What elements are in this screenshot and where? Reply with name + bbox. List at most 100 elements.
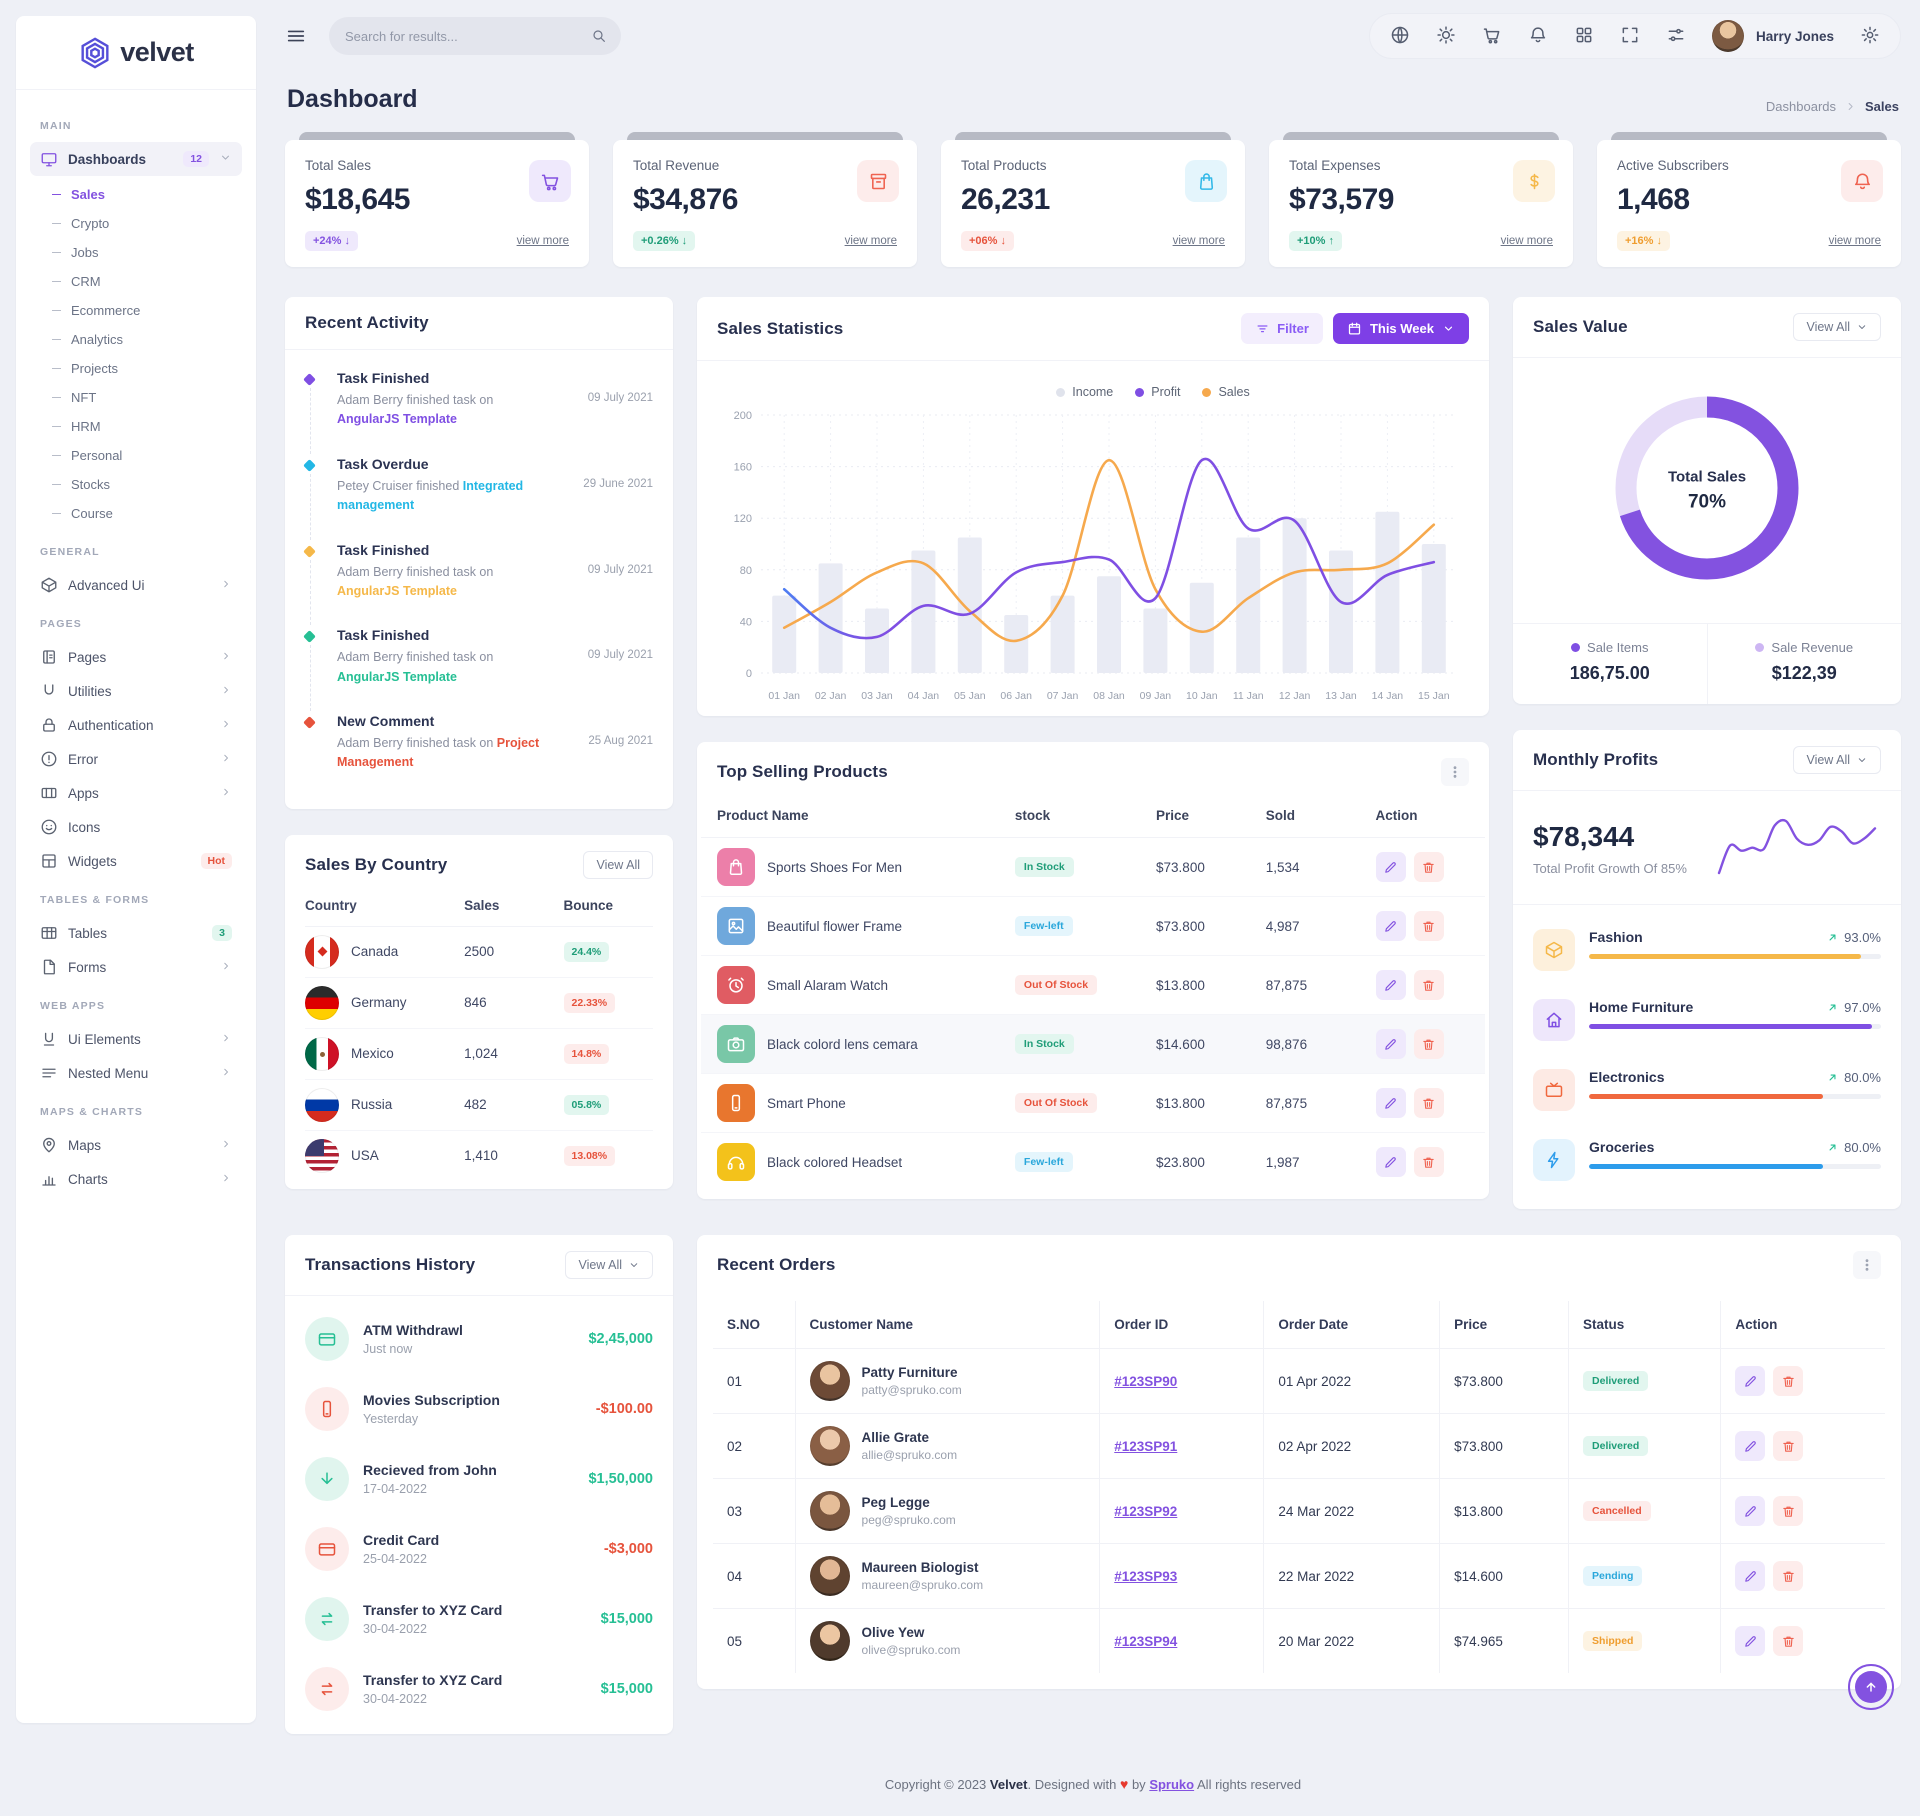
- delete-button[interactable]: [1414, 1088, 1444, 1118]
- sidebar-subitem-sales[interactable]: Sales: [30, 180, 242, 209]
- sidebar-item-authentication[interactable]: Authentication: [30, 708, 242, 742]
- sliders-icon[interactable]: [1666, 25, 1686, 48]
- sidebar-subitem-nft[interactable]: NFT: [30, 383, 242, 412]
- sidebar-item-utilities[interactable]: Utilities: [30, 674, 242, 708]
- edit-button[interactable]: [1376, 1029, 1406, 1059]
- sidebar-subitem-personal[interactable]: Personal: [30, 441, 242, 470]
- date-range-button[interactable]: This Week: [1333, 313, 1469, 344]
- sidebar-item-advanced-ui[interactable]: Advanced Ui: [30, 568, 242, 602]
- delete-button[interactable]: [1414, 1029, 1444, 1059]
- sidebar-item-pages[interactable]: Pages: [30, 640, 242, 674]
- edit-button[interactable]: [1735, 1431, 1765, 1461]
- delete-button[interactable]: [1773, 1366, 1803, 1396]
- transaction-date: Yesterday: [363, 1412, 582, 1426]
- chevron-down-icon: [1856, 321, 1868, 333]
- kebab-menu-icon[interactable]: [1853, 1251, 1881, 1279]
- delete-button[interactable]: [1773, 1626, 1803, 1656]
- sales-by-country-view-all-button[interactable]: View All: [583, 851, 653, 879]
- view-more-link[interactable]: view more: [1173, 235, 1225, 247]
- edit-button[interactable]: [1735, 1366, 1765, 1396]
- search-input[interactable]: [345, 29, 565, 44]
- transaction-amount: -$100.00: [596, 1401, 653, 1417]
- footer: Copyright © 2023 Velvet. Designed with ♥…: [285, 1776, 1901, 1816]
- sidebar-subitem-course[interactable]: Course: [30, 499, 242, 528]
- column-header: stock: [999, 794, 1140, 838]
- menu-toggle-icon[interactable]: [285, 25, 307, 47]
- sidebar-subitem-hrm[interactable]: HRM: [30, 412, 242, 441]
- sidebar-item-forms[interactable]: Forms: [30, 950, 242, 984]
- edit-button[interactable]: [1376, 1147, 1406, 1177]
- sidebar-subitem-analytics[interactable]: Analytics: [30, 325, 242, 354]
- sidebar-subitem-stocks[interactable]: Stocks: [30, 470, 242, 499]
- activity-link[interactable]: AngularJS Template: [337, 584, 457, 598]
- cart-icon[interactable]: [1482, 25, 1502, 48]
- settings-gear-icon[interactable]: [1860, 25, 1880, 48]
- order-id-link[interactable]: #123SP91: [1114, 1439, 1177, 1454]
- nav-section-label: WEB APPS: [40, 1000, 232, 1012]
- sidebar-item-icons[interactable]: Icons: [30, 810, 242, 844]
- fullscreen-icon[interactable]: [1620, 25, 1640, 48]
- edit-button[interactable]: [1376, 911, 1406, 941]
- sales-value-view-all-button[interactable]: View All: [1793, 313, 1881, 341]
- sidebar-item-tables[interactable]: Tables3: [30, 916, 242, 950]
- edit-button[interactable]: [1735, 1561, 1765, 1591]
- delete-button[interactable]: [1414, 852, 1444, 882]
- monthly-profits-view-all-button[interactable]: View All: [1793, 746, 1881, 774]
- delete-button[interactable]: [1773, 1496, 1803, 1526]
- svg-text:10 Jan: 10 Jan: [1186, 690, 1218, 702]
- sidebar-item-charts[interactable]: Charts: [30, 1162, 242, 1196]
- sidebar-subitem-ecommerce[interactable]: Ecommerce: [30, 296, 242, 325]
- filter-button[interactable]: Filter: [1241, 313, 1323, 344]
- order-sno: 01: [713, 1349, 795, 1414]
- sidebar-item-dashboards[interactable]: Dashboards12: [30, 142, 242, 176]
- user-name[interactable]: Harry Jones: [1756, 29, 1834, 44]
- order-price: $73.800: [1440, 1414, 1569, 1479]
- sidebar-subitem-crypto[interactable]: Crypto: [30, 209, 242, 238]
- order-id-link[interactable]: #123SP92: [1114, 1504, 1177, 1519]
- notifications-bell-icon[interactable]: [1528, 25, 1548, 48]
- search-icon[interactable]: [591, 28, 607, 44]
- sidebar-subitem-projects[interactable]: Projects: [30, 354, 242, 383]
- activity-link[interactable]: AngularJS Template: [337, 412, 457, 426]
- view-more-link[interactable]: view more: [845, 235, 897, 247]
- apps-grid-icon[interactable]: [1574, 25, 1594, 48]
- activity-title: Task Overdue: [337, 456, 653, 472]
- scroll-to-top-button[interactable]: [1848, 1664, 1894, 1710]
- user-avatar[interactable]: [1712, 20, 1744, 52]
- delete-button[interactable]: [1414, 1147, 1444, 1177]
- view-more-link[interactable]: view more: [1501, 235, 1553, 247]
- order-id-link[interactable]: #123SP93: [1114, 1569, 1177, 1584]
- language-globe-icon[interactable]: [1390, 25, 1410, 48]
- order-id-link[interactable]: #123SP90: [1114, 1374, 1177, 1389]
- edit-button[interactable]: [1376, 1088, 1406, 1118]
- delete-button[interactable]: [1773, 1561, 1803, 1591]
- activity-link[interactable]: AngularJS Template: [337, 670, 457, 684]
- order-id-link[interactable]: #123SP94: [1114, 1634, 1177, 1649]
- sidebar-item-maps[interactable]: Maps: [30, 1128, 242, 1162]
- brand-logo[interactable]: velvet: [16, 16, 256, 90]
- breadcrumb-root[interactable]: Dashboards: [1766, 99, 1836, 114]
- edit-button[interactable]: [1735, 1496, 1765, 1526]
- delete-button[interactable]: [1414, 970, 1444, 1000]
- view-more-link[interactable]: view more: [1829, 235, 1881, 247]
- sidebar-item-error[interactable]: Error: [30, 742, 242, 776]
- stat-change-badge: +0.26% ↓: [633, 231, 695, 251]
- edit-button[interactable]: [1376, 852, 1406, 882]
- sidebar-subitem-crm[interactable]: CRM: [30, 267, 242, 296]
- sidebar-item-widgets[interactable]: WidgetsHot: [30, 844, 242, 878]
- spruko-link[interactable]: Spruko: [1149, 1777, 1194, 1792]
- kebab-menu-icon[interactable]: [1441, 758, 1469, 786]
- smile-icon: [40, 818, 58, 836]
- sidebar-subitem-jobs[interactable]: Jobs: [30, 238, 242, 267]
- edit-button[interactable]: [1735, 1626, 1765, 1656]
- transactions-view-all-button[interactable]: View All: [565, 1251, 653, 1279]
- product-name: Smart Phone: [767, 1096, 846, 1111]
- delete-button[interactable]: [1414, 911, 1444, 941]
- sidebar-item-nested-menu[interactable]: Nested Menu: [30, 1056, 242, 1090]
- edit-button[interactable]: [1376, 970, 1406, 1000]
- view-more-link[interactable]: view more: [517, 235, 569, 247]
- sidebar-item-apps[interactable]: Apps: [30, 776, 242, 810]
- theme-sun-icon[interactable]: [1436, 25, 1456, 48]
- sidebar-item-ui-elements[interactable]: Ui Elements: [30, 1022, 242, 1056]
- delete-button[interactable]: [1773, 1431, 1803, 1461]
